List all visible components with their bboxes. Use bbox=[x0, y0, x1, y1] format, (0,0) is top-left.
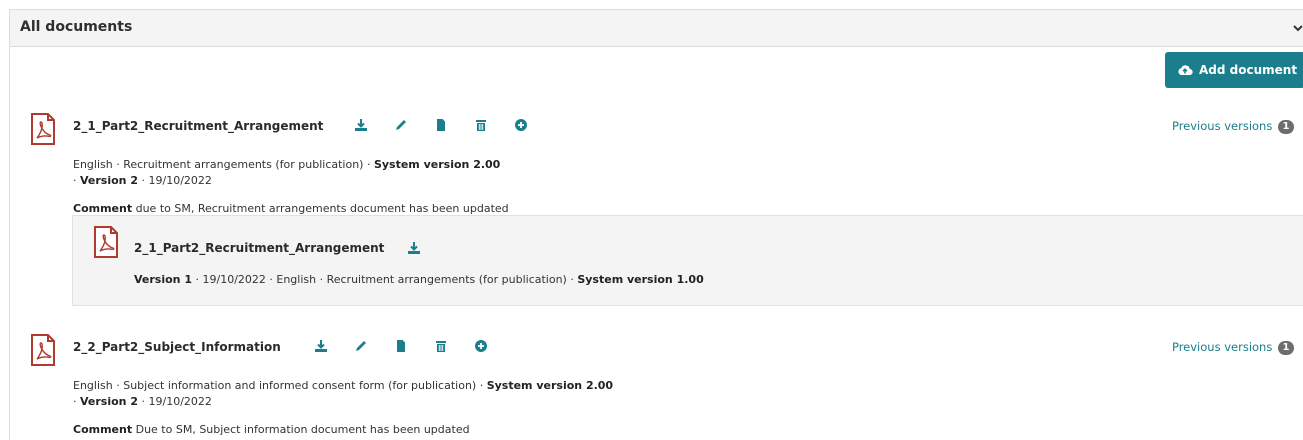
previous-versions-count: 1 bbox=[1278, 119, 1294, 134]
add-document-label: Add document bbox=[1199, 63, 1298, 77]
previous-version-meta-text: · 19/10/2022 · English · Recruitment arr… bbox=[192, 273, 578, 286]
previous-version-panel: 2_1_Part2_Recruitment_Arrangement Versio… bbox=[72, 215, 1303, 306]
document-date: · 19/10/2022 bbox=[138, 174, 212, 187]
add-document-button[interactable]: Add document bbox=[1165, 52, 1303, 88]
document-meta: English · Subject information and inform… bbox=[73, 378, 613, 410]
previous-version-meta: Version 1 · 19/10/2022 · English · Recru… bbox=[134, 272, 704, 288]
pencil-icon[interactable] bbox=[354, 339, 368, 353]
meta-separator: · bbox=[73, 395, 80, 408]
panel-header[interactable]: All documents bbox=[10, 10, 1303, 47]
previous-system-version: System version 1.00 bbox=[577, 273, 704, 286]
trash-icon[interactable] bbox=[434, 339, 448, 353]
download-icon[interactable] bbox=[354, 118, 368, 132]
file-icon[interactable] bbox=[394, 339, 408, 353]
system-version: System version 2.00 bbox=[486, 379, 614, 392]
comment-text: due to SM, Recruitment arrangements docu… bbox=[132, 202, 509, 215]
document-meta-text: English · Subject information and inform… bbox=[73, 379, 487, 392]
plus-circle-icon[interactable] bbox=[474, 339, 488, 353]
previous-version-title[interactable]: 2_1_Part2_Recruitment_Arrangement bbox=[134, 241, 384, 255]
download-icon[interactable] bbox=[407, 240, 421, 259]
pdf-file-icon bbox=[94, 226, 118, 258]
previous-versions-count: 1 bbox=[1278, 340, 1294, 355]
pdf-file-icon bbox=[31, 334, 55, 366]
document-meta-text: English · Recruitment arrangements (for … bbox=[73, 158, 374, 171]
document-date: · 19/10/2022 bbox=[138, 395, 212, 408]
previous-versions-toggle[interactable]: Previous versions 1 bbox=[1172, 119, 1294, 134]
system-version: System version 2.00 bbox=[373, 158, 501, 171]
document-item: 2_2_Part2_Subject_Information Previous v… bbox=[30, 334, 1294, 439]
pdf-file-icon bbox=[31, 113, 55, 145]
file-icon[interactable] bbox=[434, 118, 448, 132]
comment-label: Comment bbox=[73, 202, 133, 215]
document-item: 2_1_Part2_Recruitment_Arrangement Previo… bbox=[30, 113, 1294, 215]
document-comment: Comment Due to SM, Subject information d… bbox=[73, 422, 470, 438]
pencil-icon[interactable] bbox=[394, 118, 408, 132]
document-version: Version 2 bbox=[80, 395, 138, 408]
meta-separator: · bbox=[73, 174, 80, 187]
previous-versions-label: Previous versions bbox=[1171, 340, 1273, 354]
previous-version-number: Version 1 bbox=[134, 273, 192, 286]
document-actions bbox=[354, 118, 554, 132]
document-version: Version 2 bbox=[80, 174, 138, 187]
comment-text: Due to SM, Subject information document … bbox=[132, 423, 470, 436]
document-title[interactable]: 2_1_Part2_Recruitment_Arrangement bbox=[73, 119, 323, 133]
trash-icon[interactable] bbox=[474, 118, 488, 132]
document-meta: English · Recruitment arrangements (for … bbox=[73, 157, 500, 189]
download-icon[interactable] bbox=[314, 339, 328, 353]
cloud-upload-icon bbox=[1178, 65, 1193, 76]
comment-label: Comment bbox=[73, 423, 133, 436]
document-actions bbox=[314, 339, 514, 353]
plus-circle-icon[interactable] bbox=[514, 118, 528, 132]
chevron-down-icon[interactable] bbox=[1292, 22, 1303, 34]
previous-versions-label: Previous versions bbox=[1171, 119, 1273, 133]
panel-title: All documents bbox=[20, 19, 133, 35]
document-title[interactable]: 2_2_Part2_Subject_Information bbox=[73, 340, 281, 354]
previous-versions-toggle[interactable]: Previous versions 1 bbox=[1172, 340, 1294, 355]
